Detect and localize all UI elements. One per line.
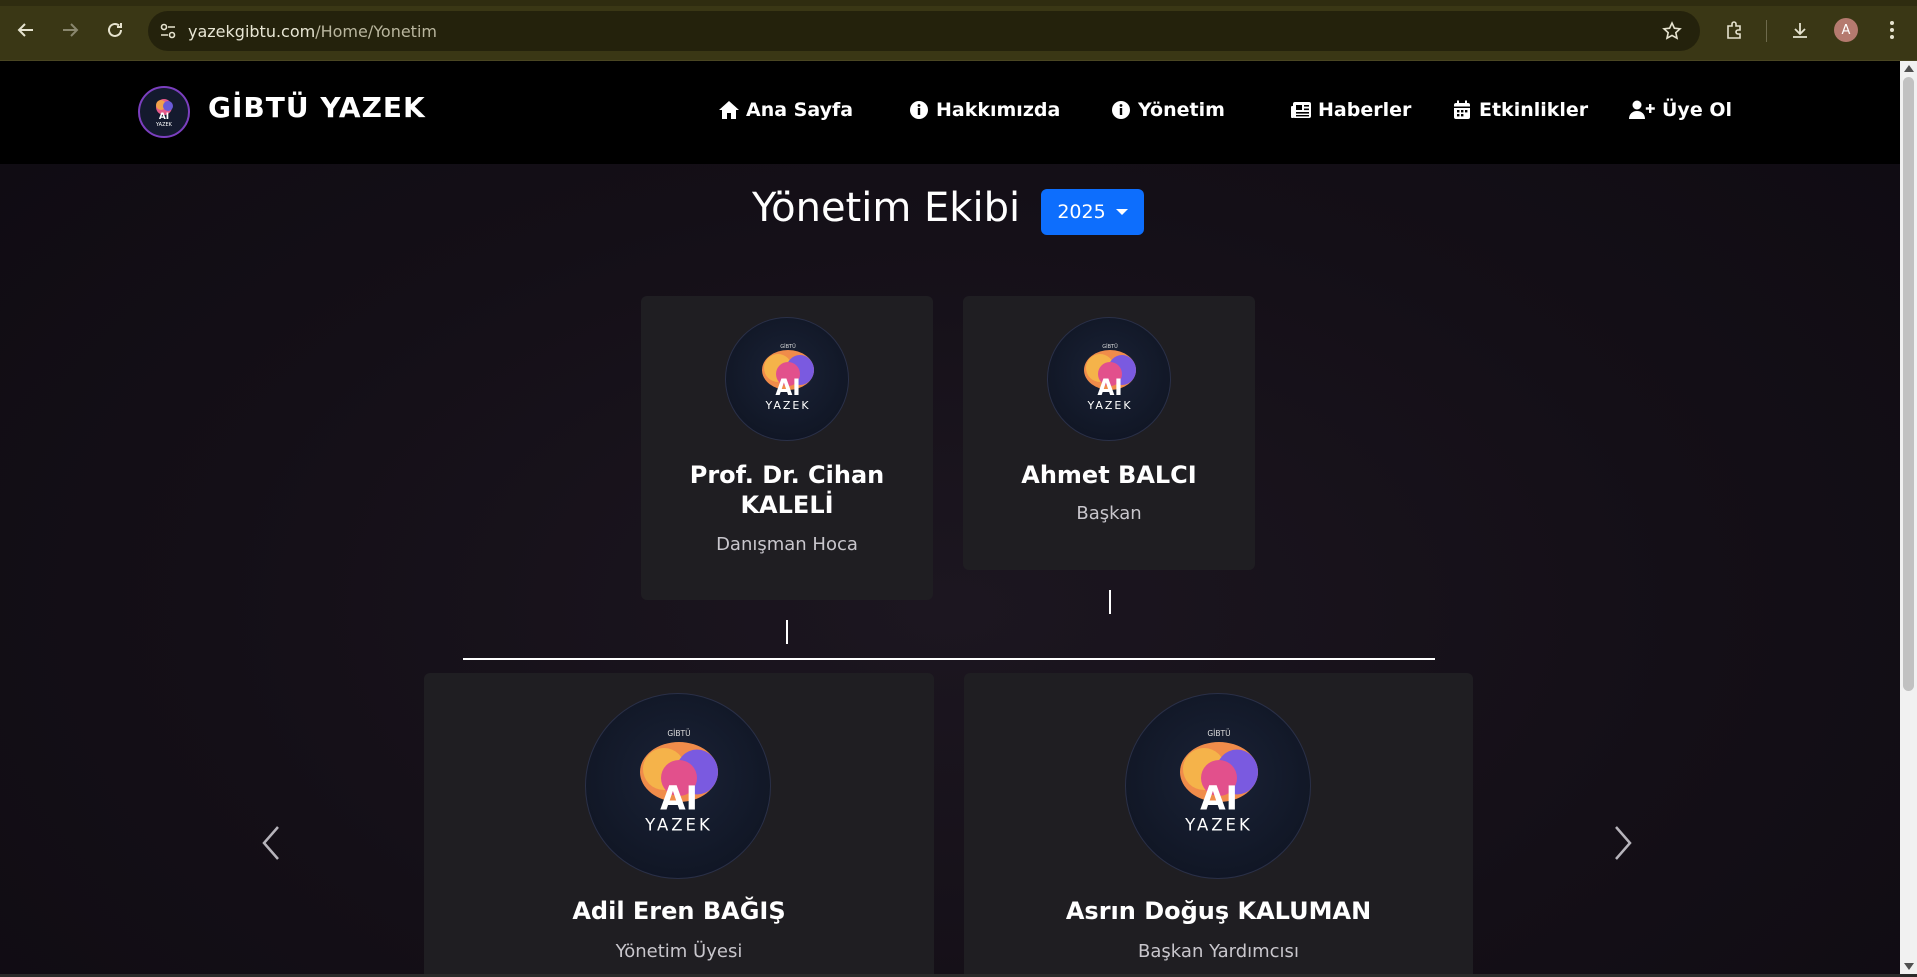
page-scrollbar[interactable] — [1900, 61, 1917, 974]
member-photo: GİBTÜ AI YAZEK — [1125, 693, 1311, 879]
member-photo: GİBTÜ AI YAZEK — [1047, 317, 1171, 441]
nav-label: Yönetim — [1138, 99, 1225, 121]
address-bar[interactable]: yazekgibtu.com/Home/Yonetim — [148, 11, 1700, 51]
nav-item-news[interactable]: Haberler — [1290, 99, 1411, 121]
photo-main-text: AI — [1200, 779, 1238, 818]
member-card[interactable]: GİBTÜ AI YAZEK Adil Eren BAĞIŞ Yönetim Ü… — [424, 673, 934, 974]
connector-line — [1109, 590, 1111, 614]
toolbar-separator — [1766, 20, 1767, 42]
nav-item-about[interactable]: Hakkımızda — [908, 99, 1060, 121]
member-card[interactable]: GİBTÜ AI YAZEK Prof. Dr. Cihan KALELİ Da… — [641, 296, 933, 600]
photo-sub-text: YAZEK — [1184, 816, 1253, 835]
brand-name[interactable]: GİBTÜ YAZEK — [208, 91, 426, 124]
photo-top-text: GİBTÜ — [780, 343, 796, 350]
carousel-prev-icon[interactable] — [258, 823, 284, 874]
nav-label: Haberler — [1318, 99, 1412, 121]
member-card[interactable]: GİBTÜ AI YAZEK Asrın Doğuş KALUMAN Başka… — [964, 673, 1473, 974]
url-path: /Home/Yonetim — [315, 21, 437, 41]
nav-item-signup[interactable]: Üye Ol — [1628, 99, 1732, 121]
brand-logo-subtext: YAZEK — [155, 122, 173, 128]
member-photo: GİBTÜ AI YAZEK — [585, 693, 771, 879]
reload-icon[interactable] — [101, 16, 129, 44]
nav-label: Üye Ol — [1662, 99, 1732, 121]
member-photo: GİBTÜ AI YAZEK — [725, 317, 849, 441]
scrollbar-thumb[interactable] — [1903, 77, 1914, 691]
brand-logo-text: AI — [159, 112, 169, 122]
photo-top-text: GİBTÜ — [667, 729, 690, 738]
photo-top-text: GİBTÜ — [1102, 343, 1118, 350]
member-role: Başkan — [1076, 503, 1142, 524]
site-info-icon[interactable] — [148, 11, 188, 51]
photo-sub-text: YAZEK — [764, 399, 810, 412]
scroll-down-icon[interactable] — [1904, 963, 1914, 970]
nav-label: Hakkımızda — [936, 99, 1061, 121]
back-icon[interactable] — [12, 16, 40, 44]
user-plus-icon — [1628, 99, 1656, 121]
tab-strip — [0, 0, 1917, 6]
home-icon — [718, 99, 740, 121]
calendar-icon — [1451, 99, 1473, 121]
nav-label: Etkinlikler — [1479, 99, 1589, 121]
member-name: Ahmet BALCI — [1021, 461, 1197, 489]
photo-main-text: AI — [660, 779, 698, 818]
extensions-icon[interactable] — [1720, 16, 1748, 44]
member-role: Danışman Hoca — [716, 534, 858, 555]
connector-line — [786, 620, 788, 644]
photo-main-text: AI — [775, 376, 800, 401]
member-role: Yönetim Üyesi — [615, 941, 743, 962]
member-name: Asrın Doğuş KALUMAN — [1065, 897, 1372, 925]
info-icon — [1110, 99, 1132, 121]
forward-icon[interactable] — [56, 16, 84, 44]
bookmark-star-icon[interactable] — [1662, 21, 1682, 45]
newspaper-icon — [1290, 99, 1312, 121]
nav-label: Ana Sayfa — [746, 99, 854, 121]
page-title: Yönetim Ekibi — [752, 185, 1021, 231]
profile-avatar[interactable]: A — [1834, 18, 1858, 42]
brand-logo[interactable]: AI YAZEK — [138, 86, 190, 138]
member-role: Başkan Yardımcısı — [1138, 941, 1299, 962]
member-name: Adil Eren BAĞIŞ — [572, 897, 786, 925]
photo-sub-text: YAZEK — [1086, 399, 1132, 412]
nav-item-events[interactable]: Etkinlikler — [1451, 99, 1588, 121]
carousel-next-icon[interactable] — [1610, 823, 1636, 874]
photo-sub-text: YAZEK — [644, 816, 713, 835]
scroll-up-icon[interactable] — [1904, 65, 1914, 72]
info-icon — [908, 99, 930, 121]
nav-item-management[interactable]: Yönetim — [1110, 99, 1225, 121]
nav-item-home[interactable]: Ana Sayfa — [718, 99, 853, 121]
url-host: yazekgibtu.com — [188, 21, 316, 41]
page-viewport: AI YAZEK GİBTÜ YAZEK Ana Sayfa Hakkımızd… — [0, 61, 1900, 974]
url-text: yazekgibtu.com/Home/Yonetim — [188, 22, 437, 41]
divider-line — [463, 658, 1435, 660]
member-card[interactable]: GİBTÜ AI YAZEK Ahmet BALCI Başkan — [963, 296, 1255, 570]
photo-main-text: AI — [1097, 376, 1122, 401]
menu-kebab-icon[interactable] — [1878, 16, 1906, 44]
member-name: Prof. Dr. Cihan KALELİ — [689, 461, 885, 519]
photo-top-text: GİBTÜ — [1207, 729, 1230, 738]
year-value: 2025 — [1057, 201, 1106, 223]
download-icon[interactable] — [1786, 16, 1814, 44]
site-navbar: AI YAZEK GİBTÜ YAZEK Ana Sayfa Hakkımızd… — [0, 61, 1900, 164]
year-dropdown[interactable]: 2025 — [1041, 189, 1144, 235]
chevron-down-icon — [1115, 209, 1128, 215]
browser-toolbar: yazekgibtu.com/Home/Yonetim A — [0, 0, 1917, 61]
